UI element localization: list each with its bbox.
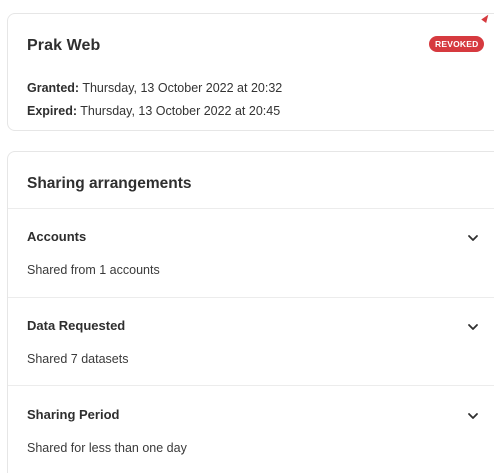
granted-label: Granted: [27,81,80,95]
sharing-arrangements-title: Sharing arrangements [27,175,192,192]
status-badge: REVOKED [429,36,485,52]
accounts-row-title: Accounts [27,229,87,244]
divider [8,385,494,386]
expired-line: Expired: Thursday, 13 October 2022 at 20… [27,104,280,118]
sharing-period-row-title: Sharing Period [27,407,120,422]
data-requested-row-title: Data Requested [27,318,126,333]
consent-card: Prak Web REVOKED Granted: Thursday, 13 O… [7,13,494,131]
chevron-down-icon[interactable] [467,410,479,422]
chevron-down-icon[interactable] [467,321,479,333]
app-name: Prak Web [27,37,101,54]
chevron-down-icon[interactable] [467,232,479,244]
page: Prak Web REVOKED Granted: Thursday, 13 O… [0,0,494,473]
granted-value: Thursday, 13 October 2022 at 20:32 [79,81,283,95]
divider [8,297,494,298]
sharing-period-row-description: Shared for less than one day [27,441,187,455]
divider [8,208,494,209]
expired-value: Thursday, 13 October 2022 at 20:45 [77,104,281,118]
accounts-row-description: Shared from 1 accounts [27,263,160,277]
expired-label: Expired: [27,104,78,118]
granted-line: Granted: Thursday, 13 October 2022 at 20… [27,81,282,95]
data-requested-row-description: Shared 7 datasets [27,352,129,366]
sharing-arrangements-card: Sharing arrangements Accounts Shared fro… [7,151,494,473]
